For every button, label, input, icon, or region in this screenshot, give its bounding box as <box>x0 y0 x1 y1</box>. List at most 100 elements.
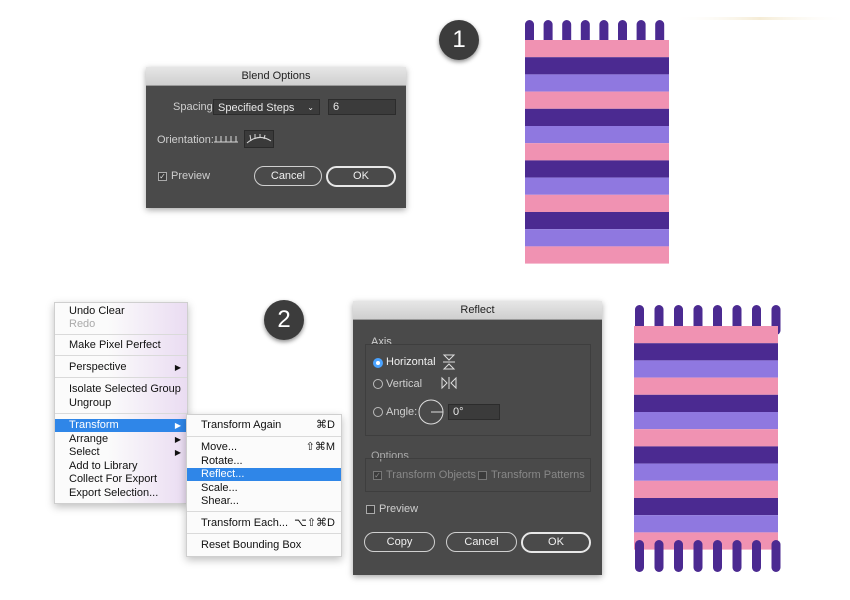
menu-divider <box>55 377 187 378</box>
submenu-arrow-icon: ▶ <box>174 363 181 372</box>
rug-stripe <box>634 412 778 430</box>
menu-item-label: Transform Each... <box>201 517 289 529</box>
rug-fringe-tassel <box>674 540 683 572</box>
menu-item-select[interactable]: Select ▶ <box>55 446 187 459</box>
context-menu: Undo Clear Redo Make Pixel Perfect Persp… <box>54 302 188 504</box>
menu-item-reset-bounding-box[interactable]: Reset Bounding Box <box>187 539 341 552</box>
menu-item-label: Move... <box>201 441 238 453</box>
menu-item-rotate[interactable]: Rotate... <box>187 455 341 468</box>
angle-dial[interactable] <box>417 398 445 429</box>
rug-stripe <box>634 498 778 516</box>
reflect-title: Reflect <box>353 301 602 320</box>
submenu-arrow-icon: ▶ <box>174 448 181 457</box>
transform-objects-label: Transform Objects <box>386 469 477 481</box>
rug-stripe <box>634 326 778 344</box>
spacing-label: Spacing: <box>173 101 216 113</box>
angle-label: Angle: <box>386 406 418 418</box>
horizontal-radio[interactable] <box>373 358 383 368</box>
menu-item-export-selection[interactable]: Export Selection... <box>55 487 187 500</box>
rug-stripe <box>525 74 669 92</box>
menu-divider <box>55 334 187 335</box>
menu-item-add-to-library[interactable]: Add to Library <box>55 460 187 473</box>
horizontal-label: Horizontal <box>386 356 436 368</box>
menu-item-make-pixel-perfect[interactable]: Make Pixel Perfect <box>55 339 187 352</box>
step-1-badge: 1 <box>439 20 479 60</box>
rug-stripes <box>525 40 669 264</box>
orientation-label: Orientation: <box>157 134 214 146</box>
chevron-down-icon: ⌄ <box>307 103 314 112</box>
menu-item-label: Transform Again <box>201 419 282 431</box>
rug-stripe <box>525 212 669 230</box>
rug-stripe <box>634 343 778 361</box>
rug-stripe <box>634 480 778 498</box>
menu-item-collect-for-export[interactable]: Collect For Export <box>55 473 187 486</box>
copy-button[interactable]: Copy <box>364 532 435 552</box>
menu-item-transform-each[interactable]: Transform Each... ⌥⇧⌘D <box>187 517 341 530</box>
menu-item-perspective[interactable]: Perspective ▶ <box>55 361 187 374</box>
angle-radio[interactable] <box>373 407 383 417</box>
blend-preview-checkbox[interactable]: ✓ <box>158 172 167 181</box>
rug-stripe <box>634 429 778 447</box>
rug-stripe <box>525 246 669 264</box>
menu-item-transform[interactable]: Transform ▶ <box>55 419 187 432</box>
rug-fringe-tassel <box>693 540 703 572</box>
horizontal-axis-icon <box>442 354 456 373</box>
spacing-select[interactable]: Specified Steps ⌄ <box>213 99 320 115</box>
steps-input[interactable]: 6 <box>328 99 396 115</box>
menu-item-shear[interactable]: Shear... <box>187 495 341 508</box>
step-2-badge: 2 <box>264 300 304 340</box>
menu-item-ungroup[interactable]: Ungroup <box>55 397 187 410</box>
transform-patterns-label: Transform Patterns <box>491 469 585 481</box>
blend-ok-button[interactable]: OK <box>326 166 396 187</box>
rug-stripe <box>634 394 778 412</box>
menu-item-label: Select <box>69 446 100 458</box>
rug-stripe <box>525 57 669 75</box>
rug-stripe <box>525 194 669 212</box>
rug-stripe <box>634 515 778 533</box>
blend-options-dialog: Blend Options Spacing: Specified Steps ⌄… <box>146 67 406 208</box>
reflect-ok-button[interactable]: OK <box>521 532 591 553</box>
menu-item-arrange[interactable]: Arrange ▶ <box>55 433 187 446</box>
menu-item-transform-again[interactable]: Transform Again ⌘D <box>187 419 341 432</box>
reflect-preview-checkbox[interactable] <box>366 505 375 514</box>
menu-item-label: Transform <box>69 419 119 431</box>
align-to-path-icon[interactable] <box>244 130 274 148</box>
menu-item-undo-clear[interactable]: Undo Clear <box>55 305 187 318</box>
rug-fringe-tassel <box>732 540 742 572</box>
rug-stripe <box>525 126 669 144</box>
rug-fringe-tassel <box>654 540 664 572</box>
spacing-select-value: Specified Steps <box>218 102 295 114</box>
blend-cancel-button[interactable]: Cancel <box>254 166 322 186</box>
rug-fringe-tassel <box>635 540 644 572</box>
rug-fringe-tassel <box>713 540 722 572</box>
reflect-dialog: Reflect Axis Horizontal Vertical Angle: … <box>353 301 602 575</box>
submenu-arrow-icon: ▶ <box>174 435 181 444</box>
decorative-line <box>670 17 850 20</box>
vertical-label: Vertical <box>386 378 423 390</box>
menu-shortcut: ⇧⌘M <box>305 441 335 453</box>
menu-shortcut: ⌥⇧⌘D <box>294 517 335 529</box>
menu-item-redo: Redo <box>69 318 96 330</box>
menu-shortcut: ⌘D <box>316 419 335 431</box>
menu-divider <box>55 413 187 414</box>
menu-item-reflect[interactable]: Reflect... <box>187 468 341 481</box>
rug-stripe <box>525 160 669 178</box>
align-to-page-icon[interactable] <box>212 131 240 147</box>
blend-preview-label: Preview <box>171 170 211 182</box>
reflect-preview-label: Preview <box>379 503 419 515</box>
blend-options-title: Blend Options <box>146 67 406 86</box>
angle-input[interactable]: 0° <box>448 404 500 420</box>
rug-artwork-2 <box>634 305 781 572</box>
menu-item-isolate-selected-group[interactable]: Isolate Selected Group <box>55 383 187 396</box>
transform-patterns-checkbox <box>478 471 487 480</box>
vertical-radio[interactable] <box>373 379 383 389</box>
menu-divider <box>187 533 341 534</box>
menu-item-move[interactable]: Move... ⇧⌘M <box>187 441 341 454</box>
menu-item-label: Arrange <box>69 433 109 445</box>
menu-item-scale[interactable]: Scale... <box>187 482 341 495</box>
rug-stripe <box>525 177 669 195</box>
menu-divider <box>187 511 341 512</box>
transform-submenu: Transform Again ⌘D Move... ⇧⌘M Rotate... R… <box>186 414 342 557</box>
rug-stripe <box>634 463 778 481</box>
reflect-cancel-button[interactable]: Cancel <box>446 532 517 552</box>
